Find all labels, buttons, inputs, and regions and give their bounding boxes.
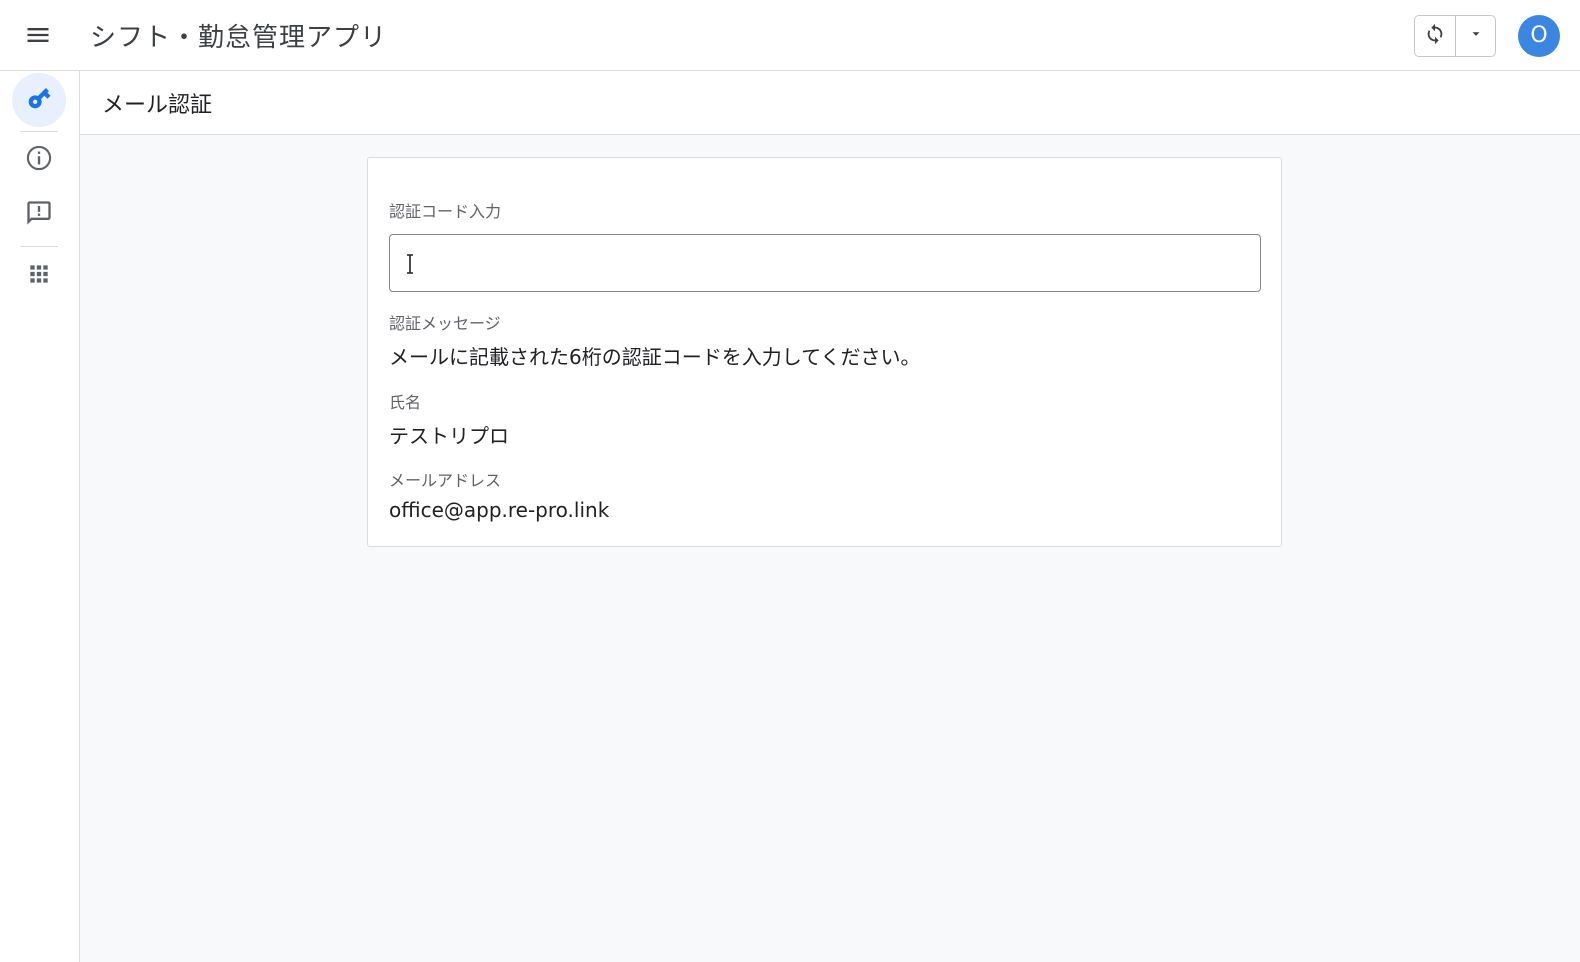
rail-item-key[interactable]	[12, 73, 66, 127]
main-content: 認証コード入力 認証メッセージ メールに記載された6桁の認証コードを入力してくだ…	[80, 135, 1580, 962]
rail-divider	[20, 131, 58, 132]
rail-divider	[20, 246, 58, 247]
sync-icon	[1424, 23, 1446, 49]
rail-item-info[interactable]	[12, 133, 66, 187]
email-label: メールアドレス	[389, 471, 502, 490]
side-rail	[0, 71, 80, 962]
page-header: メール認証	[80, 71, 1580, 135]
top-app-bar: シフト・勤怠管理アプリ O	[0, 0, 1580, 71]
sync-split-button	[1414, 14, 1496, 57]
code-input-label: 認証コード入力	[389, 202, 502, 221]
apps-grid-icon	[26, 261, 52, 291]
page-title: メール認証	[102, 92, 213, 118]
rail-item-feedback[interactable]	[12, 188, 66, 242]
hamburger-menu-icon[interactable]	[8, 5, 68, 65]
top-actions: O	[1414, 0, 1580, 71]
name-value: テストリプロ	[389, 424, 509, 448]
email-value: office@app.re-pro.link	[389, 498, 610, 522]
sync-options-dropdown[interactable]	[1455, 15, 1495, 56]
feedback-icon	[25, 199, 53, 231]
message-label: 認証メッセージ	[389, 314, 501, 333]
email-verification-card: 認証コード入力 認証メッセージ メールに記載された6桁の認証コードを入力してくだ…	[367, 157, 1282, 547]
caret-down-icon	[1469, 26, 1483, 45]
info-icon	[25, 144, 53, 176]
rail-item-apps[interactable]	[12, 249, 66, 303]
name-label: 氏名	[389, 393, 422, 412]
sync-button[interactable]	[1415, 16, 1455, 56]
avatar[interactable]: O	[1518, 14, 1560, 57]
key-icon	[26, 85, 52, 115]
verification-code-input[interactable]	[389, 234, 1261, 292]
app-title: シフト・勤怠管理アプリ	[90, 22, 388, 53]
message-value: メールに記載された6桁の認証コードを入力してください。	[389, 345, 921, 369]
